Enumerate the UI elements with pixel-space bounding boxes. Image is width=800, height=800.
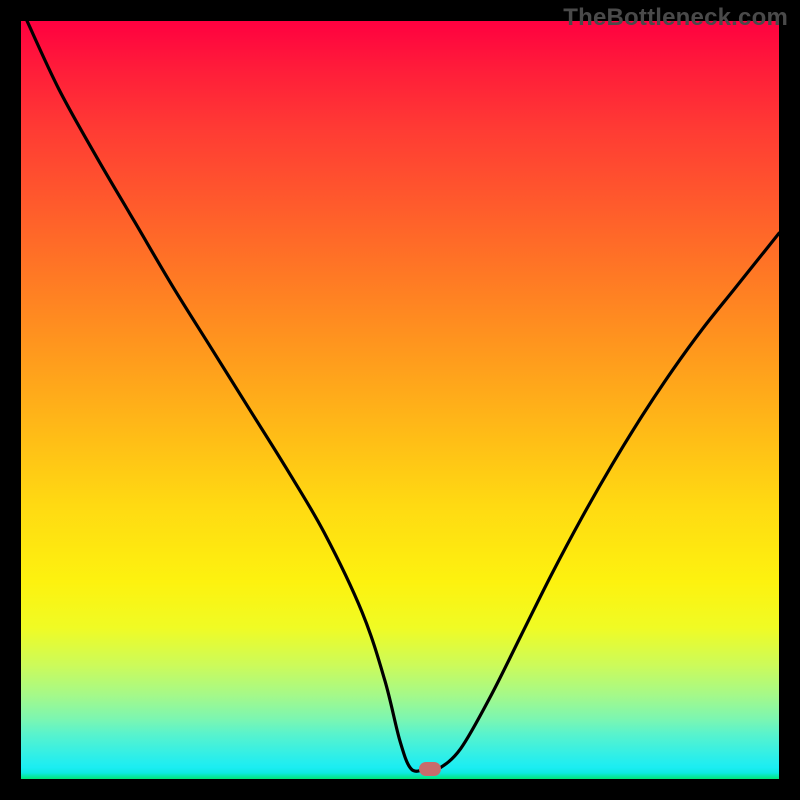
chart-frame: TheBottleneck.com bbox=[0, 0, 800, 800]
data-marker bbox=[419, 762, 441, 776]
curve-path bbox=[27, 21, 779, 771]
watermark-text: TheBottleneck.com bbox=[563, 4, 788, 32]
line-curve bbox=[21, 21, 779, 779]
plot-area bbox=[21, 21, 779, 779]
